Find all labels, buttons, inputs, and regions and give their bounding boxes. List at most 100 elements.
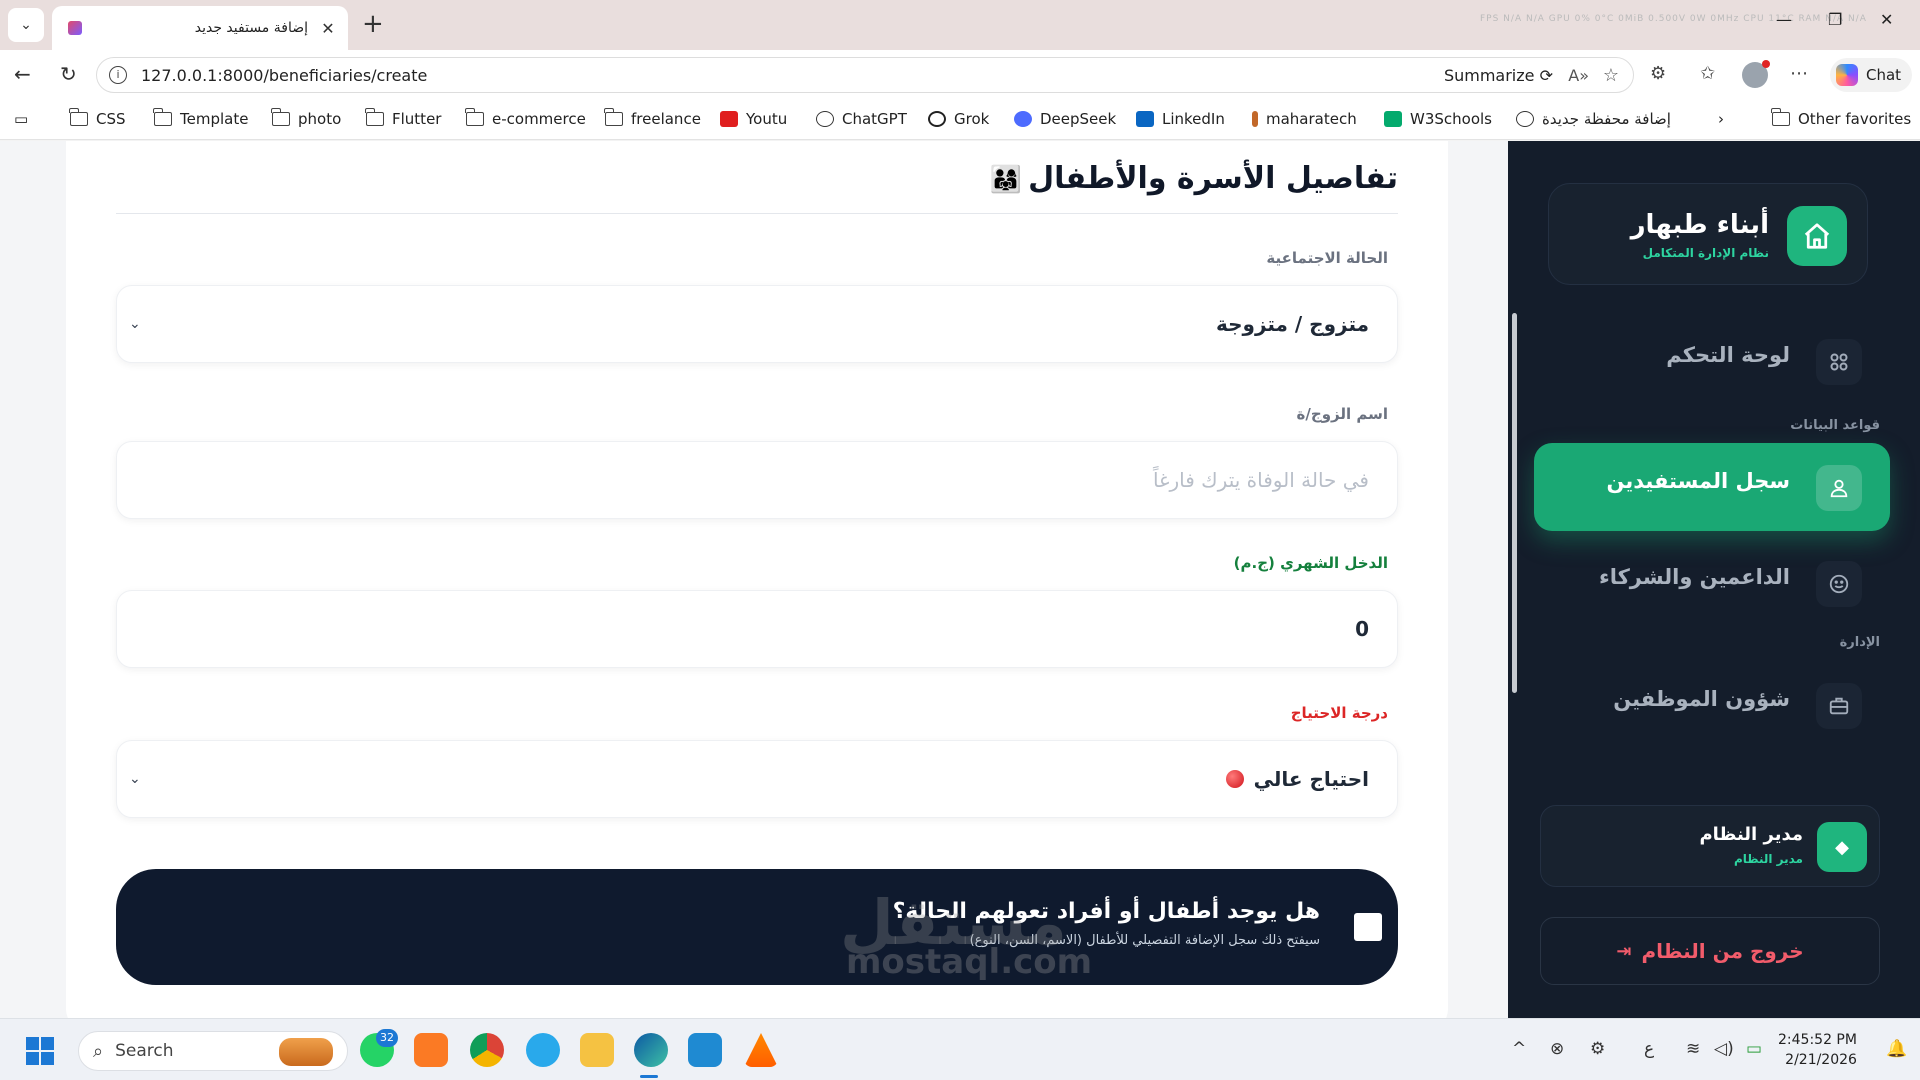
search-highlight-cat-icon <box>279 1038 333 1066</box>
vscode-icon[interactable] <box>688 1033 722 1067</box>
page-scrollbar-thumb[interactable] <box>1512 313 1517 693</box>
sidebar-item-label: سجل المستفيدين <box>1606 469 1790 493</box>
new-tab-button[interactable]: + <box>362 10 384 38</box>
title-divider <box>116 213 1398 214</box>
minimize-icon[interactable]: — <box>1776 10 1792 29</box>
monthly-income-input[interactable]: 0 <box>116 590 1398 668</box>
extensions-icon[interactable]: ⚙ <box>1650 63 1666 84</box>
bookmark-chatgpt[interactable]: ChatGPT <box>816 110 907 128</box>
chevron-down-icon: ⌄ <box>129 316 141 332</box>
children-checkbox[interactable] <box>1354 913 1382 941</box>
bookmark-deepseek[interactable]: DeepSeek <box>1014 110 1116 128</box>
windows-taskbar: ⌕ Search 32 ^ ⊗ ⚙ ع ≋ ◁) ▭ 2:45:52 PM 2/… <box>0 1018 1920 1080</box>
children-toggle-panel: هل يوجد أطفال أو أفراد تعولهم الحالة؟ سي… <box>116 869 1398 985</box>
close-tab-icon[interactable]: ✕ <box>318 19 338 38</box>
home-icon <box>1787 206 1847 266</box>
vlc-icon[interactable] <box>744 1033 778 1067</box>
sidebar-item-employees[interactable]: شؤون الموظفين <box>1534 661 1890 749</box>
back-icon[interactable]: ← <box>14 62 31 86</box>
bookmark-other-favorites[interactable]: Other favorites <box>1771 108 1911 128</box>
marital-status-value: متزوج / متزوجة <box>1215 312 1369 336</box>
close-window-icon[interactable]: ✕ <box>1880 10 1893 29</box>
system-clock[interactable]: 2:45:52 PM 2/21/2026 <box>1778 1030 1857 1070</box>
spouse-name-input[interactable]: في حالة الوفاة يترك فارغاً <box>116 441 1398 519</box>
whatsapp-badge: 32 <box>376 1029 398 1047</box>
show-hidden-icons-chevron[interactable]: ^ <box>1512 1039 1526 1059</box>
monthly-income-value: 0 <box>1355 617 1369 641</box>
favorite-star-icon[interactable]: ☆ <box>1603 65 1619 86</box>
chevron-down-icon: ⌄ <box>129 771 141 787</box>
bookmark-new-wallet[interactable]: إضافة محفظة جديدة <box>1516 110 1671 128</box>
taskbar-search-placeholder: Search <box>115 1041 174 1061</box>
performance-overlay: FPS N/A N/A GPU 0% 0°C 0MiB 0.500V 0W 0M… <box>1480 14 1867 24</box>
reload-icon[interactable]: ↻ <box>60 62 77 86</box>
reading-list-icon[interactable]: ▭ <box>14 110 28 128</box>
copilot-chat-button[interactable]: Chat <box>1830 58 1912 92</box>
notifications-icon[interactable]: 🔔 <box>1886 1039 1907 1059</box>
file-explorer-icon[interactable] <box>580 1033 614 1067</box>
antivirus-tray-icon[interactable]: ⊗ <box>1550 1039 1564 1059</box>
more-menu-icon[interactable]: ⋯ <box>1790 63 1808 84</box>
spouse-name-label: اسم الزوج/ة <box>1296 405 1388 423</box>
family-emoji-icon: 👨‍👩‍👧 <box>989 165 1023 195</box>
bookmark-youtube[interactable]: Youtu <box>720 110 787 128</box>
watermark-latin: mostaql.com <box>846 942 1093 982</box>
bookmark-photo[interactable]: photo <box>271 108 341 128</box>
battery-icon[interactable]: ▭ <box>1746 1039 1762 1059</box>
browser-tab-bar: ⌄ إضافة مستفيد جديد ✕ + FPS N/A N/A GPU … <box>0 0 1920 50</box>
browser-toolbar: ← ↻ i 127.0.0.1:8000/beneficiaries/creat… <box>0 50 1920 100</box>
chevron-down-icon: ⌄ <box>20 17 32 33</box>
bookmark-w3schools[interactable]: W3Schools <box>1384 110 1492 128</box>
monthly-income-label: الدخل الشهري (ج.م) <box>1233 554 1388 572</box>
telegram-icon[interactable] <box>526 1033 560 1067</box>
folder-icon <box>465 108 484 126</box>
summarize-button[interactable]: Summarize ⟳ <box>1444 66 1553 85</box>
bookmark-css[interactable]: CSS <box>69 108 126 128</box>
bookmark-freelance[interactable]: freelance <box>604 108 701 128</box>
address-bar[interactable]: i 127.0.0.1:8000/beneficiaries/create Su… <box>96 57 1634 93</box>
sidebar-item-dashboard[interactable]: لوحة التحكم <box>1534 317 1890 405</box>
bookmark-linkedin[interactable]: LinkedIn <box>1136 110 1225 128</box>
sidebar-item-supporters[interactable]: الداعمين والشركاء <box>1534 539 1890 627</box>
need-level-select[interactable]: احتياج عالي ⌄ <box>116 740 1398 818</box>
chat-label: Chat <box>1866 66 1902 84</box>
clock-time: 2:45:52 PM <box>1778 1032 1857 1048</box>
browser-tab[interactable]: إضافة مستفيد جديد ✕ <box>52 6 348 50</box>
input-language-indicator[interactable]: ع <box>1644 1039 1654 1059</box>
bookmark-flutter[interactable]: Flutter <box>365 108 441 128</box>
chatgpt-icon <box>816 111 834 127</box>
user-card[interactable]: ◆ مدير النظام مدير النظام <box>1540 805 1880 887</box>
search-icon: ⌕ <box>93 1040 104 1062</box>
chrome-icon[interactable] <box>470 1033 504 1067</box>
wifi-icon[interactable]: ≋ <box>1686 1039 1700 1059</box>
sidebar-item-beneficiaries[interactable]: سجل المستفيدين <box>1534 443 1890 531</box>
tab-list-button[interactable]: ⌄ <box>8 8 44 42</box>
settings-tray-icon[interactable]: ⚙ <box>1590 1039 1605 1059</box>
bookmark-grok[interactable]: Grok <box>928 110 989 128</box>
favorites-icon[interactable]: ✩ <box>1700 63 1715 84</box>
profile-avatar[interactable] <box>1742 60 1770 88</box>
windows-start-icon[interactable] <box>26 1037 54 1065</box>
logout-button[interactable]: خروج من النظام ⇥ <box>1540 917 1880 985</box>
volume-icon[interactable]: ◁) <box>1714 1039 1734 1059</box>
red-circle-icon <box>1225 770 1244 788</box>
folder-icon <box>1771 108 1790 126</box>
folder-icon <box>153 108 172 126</box>
folder-icon <box>365 108 384 126</box>
need-level-label: درجة الاحتياج <box>1290 704 1388 722</box>
xampp-icon[interactable] <box>414 1033 448 1067</box>
bookmark-template[interactable]: Template <box>153 108 248 128</box>
linkedin-icon <box>1136 111 1154 127</box>
read-aloud-icon[interactable]: A» <box>1568 66 1589 85</box>
taskbar-search[interactable]: ⌕ Search <box>78 1031 348 1071</box>
marital-status-select[interactable]: متزوج / متزوجة ⌄ <box>116 285 1398 363</box>
sidebar-item-label: شؤون الموظفين <box>1613 687 1790 711</box>
site-info-icon[interactable]: i <box>109 66 127 84</box>
user-role: مدير النظام <box>1733 852 1803 866</box>
globe-icon <box>1516 111 1534 127</box>
chevron-right-icon[interactable]: › <box>1718 110 1724 128</box>
bookmark-maharatech[interactable]: maharatech <box>1252 110 1357 128</box>
bookmark-ecommerce[interactable]: e-commerce <box>465 108 586 128</box>
restore-icon[interactable]: ❐ <box>1828 10 1842 29</box>
edge-icon[interactable] <box>634 1033 668 1067</box>
